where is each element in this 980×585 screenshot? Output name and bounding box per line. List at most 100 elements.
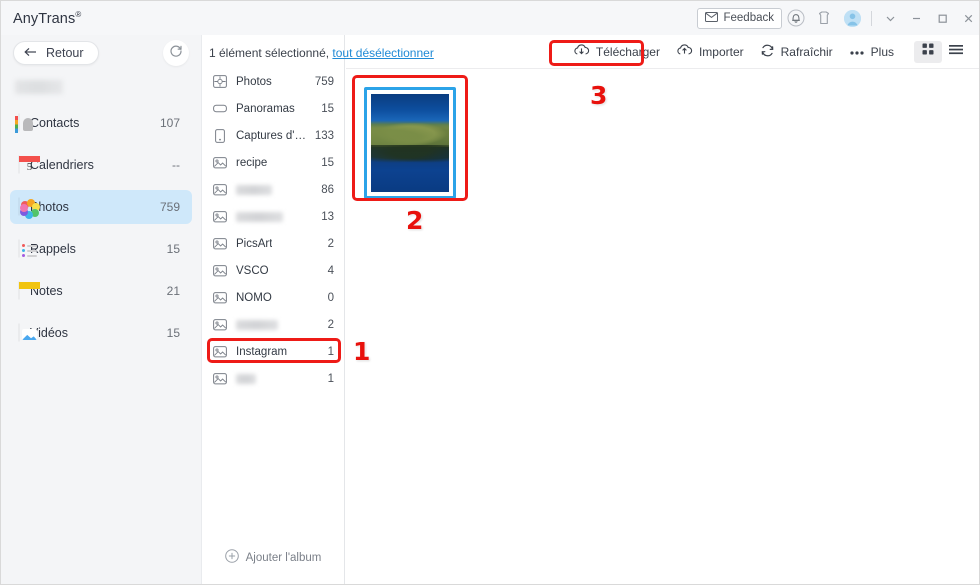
album-item-redacted-4[interactable]: 86 (202, 176, 344, 203)
list-view-button[interactable] (942, 41, 970, 63)
album-icon (213, 264, 227, 277)
title-bar: AnyTrans® Feedback (1, 1, 979, 35)
sidebar-item-calendriers[interactable]: Calendriers -- (10, 148, 192, 182)
avatar-image (843, 9, 861, 27)
device-name-redacted (15, 80, 63, 94)
anytrans-window: AnyTrans® Feedback Retour Contacts 107 C… (0, 0, 980, 585)
album-item-redacted-11[interactable]: 1 (202, 365, 344, 392)
sidebar-item-notes[interactable]: Notes 21 (10, 274, 192, 308)
lake-landscape-thumbnail (371, 94, 449, 192)
back-label: Retour (46, 46, 84, 60)
sidebar-item-photos[interactable]: Photos 759 (10, 190, 192, 224)
grid-view-button[interactable] (914, 40, 942, 63)
album-icon (213, 237, 227, 250)
cloud-download-icon (573, 43, 590, 60)
avatar[interactable] (838, 1, 866, 35)
screenshot-icon (213, 128, 227, 143)
import-button[interactable]: Importer (668, 40, 752, 64)
photos-icon (19, 198, 40, 219)
sync-button[interactable] (163, 40, 189, 66)
cloud-upload-icon (676, 43, 693, 60)
album-name-redacted (236, 319, 278, 330)
sidebar: Retour Contacts 107 Calendriers -- Photos 759… (1, 35, 201, 584)
sidebar-item-count: 759 (159, 200, 180, 214)
title-bar-actions: Feedback (697, 1, 979, 35)
sidebar-header: Retour (1, 35, 201, 71)
album-count: 86 (321, 183, 334, 196)
album-item-recipe[interactable]: recipe 15 (202, 149, 344, 176)
gift-shirt-icon[interactable] (810, 1, 838, 35)
sidebar-item-count: -- (172, 158, 180, 172)
album-panel: Photos 759 Panoramas 15 Captures d'… 133 recip… (201, 35, 345, 584)
album-name: recipe (236, 156, 268, 169)
album-count: 133 (314, 129, 334, 142)
sidebar-item-count: 21 (166, 284, 180, 298)
photos-grid-icon (213, 75, 227, 88)
album-icon (213, 345, 227, 358)
album-icon (213, 318, 227, 331)
reminders-icon (19, 240, 37, 258)
album-icon (213, 210, 227, 223)
envelope-icon (705, 11, 719, 25)
minimize-button[interactable] (903, 1, 929, 35)
sidebar-item-count: 15 (166, 326, 180, 340)
sidebar-item-rappels[interactable]: Rappels 15 (10, 232, 192, 266)
feedback-button[interactable]: Feedback (697, 7, 782, 29)
chevron-down-icon[interactable] (877, 1, 903, 35)
refresh-icon (760, 43, 775, 61)
back-button[interactable]: Retour (13, 41, 99, 65)
list-view-icon (948, 43, 964, 61)
sidebar-item-contacts[interactable]: Contacts 107 (10, 106, 192, 140)
sidebar-item-label: Contacts (30, 116, 80, 130)
sidebar-item-vid-os[interactable]: Vidéos 15 (10, 316, 192, 350)
deselect-all-link[interactable]: tout désélectionner (332, 46, 433, 60)
refresh-button[interactable]: Rafraîchir (752, 40, 841, 64)
maximize-button[interactable] (929, 1, 955, 35)
notes-icon (19, 282, 30, 300)
album-name: PicsArt (236, 237, 273, 250)
content-toolbar: Télécharger Importer Rafraîchir Plus (346, 35, 979, 69)
album-count: 1 (327, 372, 334, 385)
album-item-instagram[interactable]: Instagram 1 (202, 338, 344, 365)
album-count: 759 (314, 75, 334, 88)
add-album-button[interactable]: Ajouter l'album (202, 549, 344, 566)
album-count: 2 (327, 318, 334, 331)
sidebar-item-label: Rappels (30, 242, 76, 256)
import-label: Importer (698, 44, 744, 59)
album-count: 0 (327, 291, 334, 304)
more-button[interactable]: Plus (841, 40, 902, 64)
sidebar-nav: Contacts 107 Calendriers -- Photos 759 Rappels… (1, 106, 201, 350)
album-count: 13 (321, 210, 334, 223)
photo-thumbnail[interactable] (364, 87, 456, 199)
calendar-icon (19, 156, 30, 174)
album-item-redacted-9[interactable]: 2 (202, 311, 344, 338)
album-count: 1 (327, 345, 334, 358)
bell-icon[interactable] (782, 1, 810, 35)
ellipsis-icon (849, 45, 865, 59)
album-item-vsco[interactable]: VSCO 4 (202, 257, 344, 284)
arrow-left-icon (24, 46, 38, 60)
album-name: Captures d'… (236, 129, 306, 142)
album-item-redacted-5[interactable]: 13 (202, 203, 344, 230)
album-item-picsart[interactable]: PicsArt 2 (202, 230, 344, 257)
sidebar-item-count: 15 (166, 242, 180, 256)
album-name-redacted (236, 373, 256, 384)
sidebar-item-count: 107 (159, 116, 180, 130)
plus-circle-icon (224, 549, 239, 566)
album-item-nomo[interactable]: NOMO 0 (202, 284, 344, 311)
download-label: Télécharger (595, 44, 660, 59)
content-area: Télécharger Importer Rafraîchir Plus (346, 35, 979, 584)
download-button[interactable]: Télécharger (565, 40, 668, 64)
album-name-redacted (236, 211, 283, 222)
album-item-panoramas[interactable]: Panoramas 15 (202, 95, 344, 122)
album-icon (213, 183, 227, 196)
contacts-icon (19, 114, 30, 132)
selection-count-label: 1 élément sélectionné, (209, 46, 330, 60)
refresh-label: Rafraîchir (780, 44, 833, 59)
album-item-captures-d[interactable]: Captures d'… 133 (202, 122, 344, 149)
feedback-label: Feedback (723, 12, 774, 24)
sync-icon (169, 44, 183, 63)
album-icon (213, 291, 227, 304)
close-button[interactable] (955, 1, 979, 35)
album-item-photos[interactable]: Photos 759 (202, 68, 344, 95)
